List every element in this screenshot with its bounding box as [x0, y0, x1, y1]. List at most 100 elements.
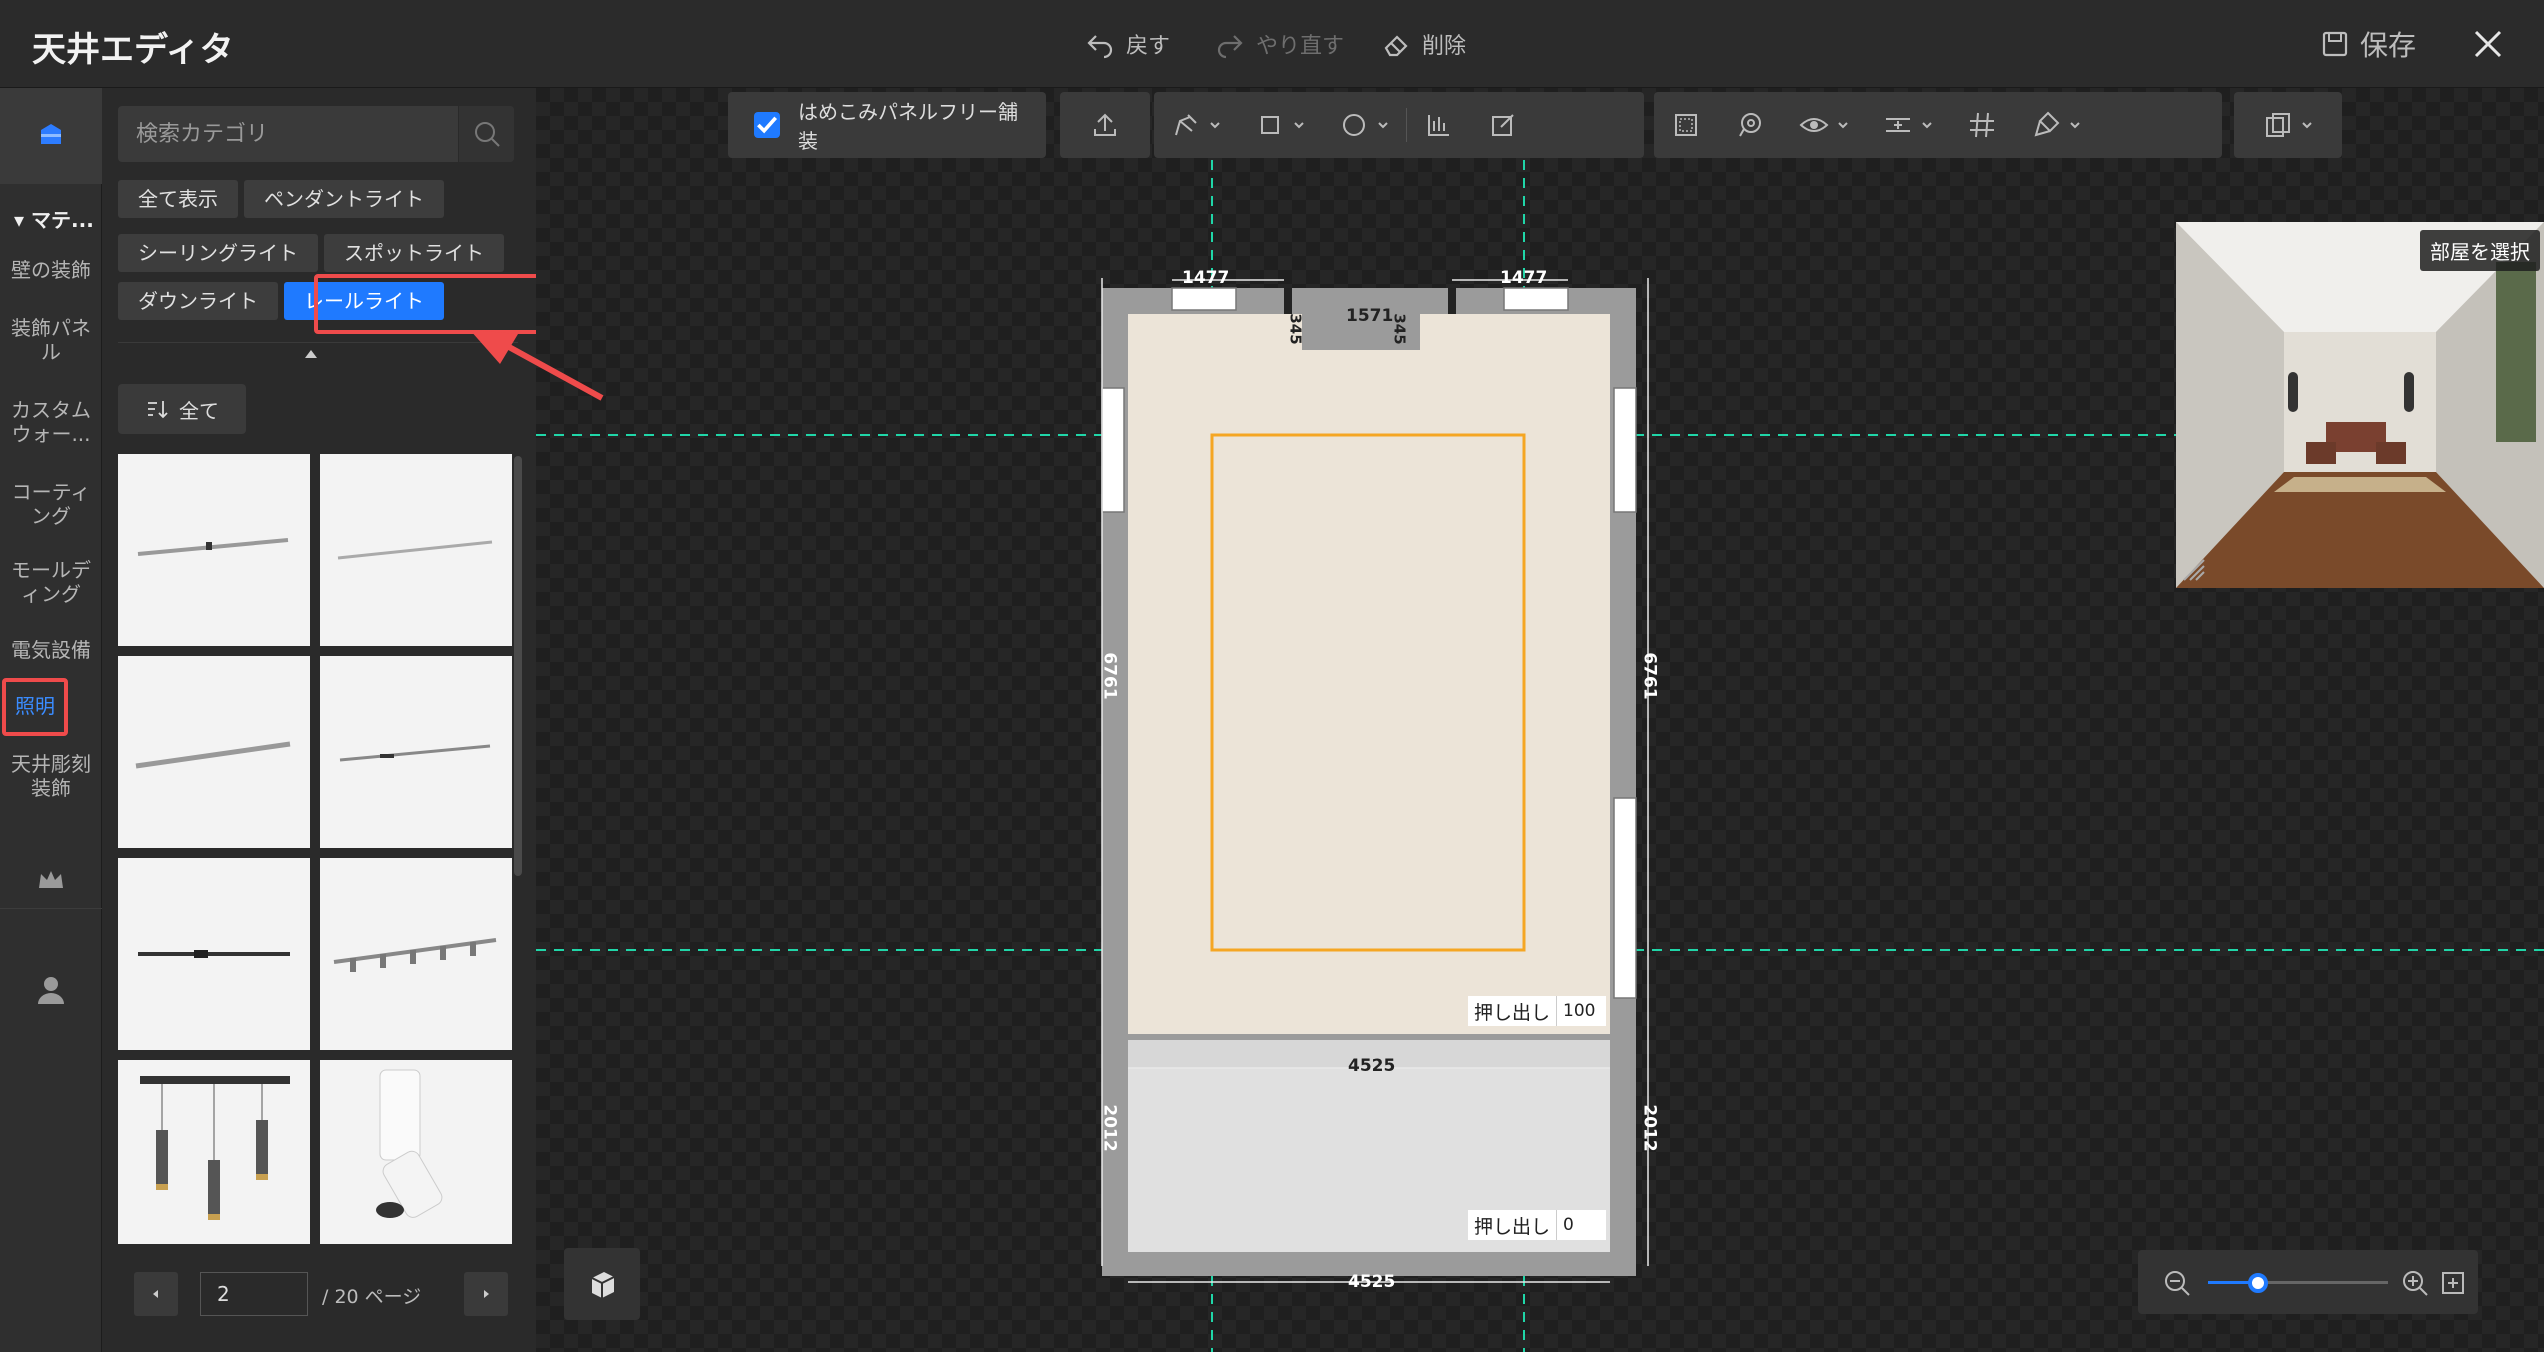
title-bar: 天井エディタ 戻す やり直す 削除 保存	[0, 0, 2544, 88]
dim-bottom: 4525	[1348, 1272, 1396, 1292]
dim-top-left: 1477	[1182, 268, 1230, 288]
page-number-input[interactable]	[200, 1272, 308, 1316]
copy-icon	[2266, 113, 2290, 137]
rail-item-decor-panel[interactable]: 装飾パネル	[0, 316, 102, 364]
resize-handle-icon[interactable]	[2180, 556, 2208, 584]
chevron-down-icon	[1922, 122, 1932, 129]
next-page-button[interactable]	[464, 1272, 508, 1316]
chevron-down-icon	[1838, 122, 1848, 129]
selection-frame-icon	[1675, 114, 1697, 136]
product-tile[interactable]	[320, 858, 512, 1050]
chip-ceiling-light[interactable]: シーリングライト	[118, 234, 318, 272]
save-button[interactable]: 保存	[2320, 24, 2416, 64]
extrude-value-input[interactable]: 100	[1556, 996, 1606, 1026]
seamless-checkbox[interactable]: はめこみパネルフリー舗装	[728, 92, 1046, 158]
rail-item-custom-wall[interactable]: カスタムウォー...	[0, 398, 102, 446]
view-3d-button[interactable]	[564, 1248, 640, 1320]
annotation-arrow-icon	[470, 330, 604, 401]
close-icon[interactable]	[2468, 24, 2508, 64]
eye-icon	[1799, 118, 1829, 132]
home-box-icon	[41, 124, 61, 144]
copy-tools-group	[2234, 92, 2342, 158]
align-icon	[1428, 115, 1449, 136]
grid-tool[interactable]	[1950, 92, 2014, 158]
delete-button[interactable]: 削除	[1380, 28, 1466, 60]
rectangle-icon	[1261, 116, 1279, 134]
rectangle-tool[interactable]	[1238, 92, 1322, 158]
search-box	[118, 106, 514, 162]
materials-tab[interactable]	[0, 88, 102, 184]
grid-icon	[1970, 112, 1994, 138]
chip-pendant-light[interactable]: ペンダントライト	[244, 180, 444, 218]
room-3d-preview[interactable]: 部屋を選択	[2176, 222, 2544, 588]
redo-button[interactable]: やり直す	[1214, 28, 1344, 60]
edit-shape-tool[interactable]	[1471, 92, 1535, 158]
rail-item-wall-decor[interactable]: 壁の装飾	[0, 258, 102, 282]
product-tile[interactable]	[118, 858, 310, 1050]
search-input[interactable]	[118, 106, 458, 162]
zoom-out-icon[interactable]	[2162, 1268, 2192, 1298]
align-tool[interactable]	[1407, 92, 1471, 158]
rail-item-ceiling-carving[interactable]: 天井彫刻装飾	[0, 752, 102, 800]
rail-item-electrical[interactable]: 電気設備	[0, 638, 102, 662]
product-tile[interactable]	[320, 454, 512, 646]
spot-light-thumbnail	[376, 1069, 443, 1218]
fit-view-icon[interactable]	[2438, 1268, 2468, 1298]
search-icon	[474, 122, 500, 147]
dim-top-right: 1477	[1500, 268, 1548, 288]
distribute-tool[interactable]	[1866, 92, 1950, 158]
delete-label: 削除	[1422, 34, 1467, 59]
rail-item-coating[interactable]: コーティング	[0, 480, 102, 528]
grid-scrollbar[interactable]	[514, 456, 522, 876]
dim-top-middle: 1571	[1346, 306, 1394, 326]
chip-down-light[interactable]: ダウンライト	[118, 282, 278, 320]
select-region-tool[interactable]	[1654, 92, 1718, 158]
draw-path-tool[interactable]	[1154, 92, 1238, 158]
paint-tool[interactable]	[2014, 92, 2098, 158]
chip-spot-light[interactable]: スポットライト	[324, 234, 504, 272]
edit-shape-icon	[1492, 114, 1514, 136]
extrude-label: 押し出し	[1474, 1215, 1551, 1238]
extrude-field-lower: 押し出し 0	[1468, 1210, 1607, 1240]
circle-tool[interactable]	[1322, 92, 1406, 158]
sort-label: 全て	[179, 398, 219, 423]
upload-button[interactable]	[1060, 92, 1150, 158]
extrude-field-upper: 押し出し 100	[1468, 996, 1607, 1026]
panel-separator	[118, 342, 518, 343]
extrude-value-input[interactable]: 0	[1556, 1210, 1606, 1240]
undo-label: 戻す	[1126, 34, 1171, 59]
save-label: 保存	[2359, 29, 2416, 62]
product-tile[interactable]	[118, 656, 310, 848]
zoom-in-icon[interactable]	[2400, 1268, 2430, 1298]
rail-light-thumbnail	[339, 744, 491, 762]
upload-icon	[1094, 113, 1116, 136]
rail-light-thumbnail	[137, 538, 289, 556]
product-tile[interactable]	[320, 656, 512, 848]
product-tile[interactable]	[118, 454, 310, 646]
dim-notch-left: 345	[1286, 313, 1305, 345]
undo-button[interactable]: 戻す	[1084, 28, 1170, 60]
product-tile[interactable]	[320, 1060, 512, 1244]
dim-side-upper-right: 6761	[1639, 652, 1660, 700]
seamless-toggle-group: はめこみパネルフリー舗装	[728, 92, 1046, 158]
rail-item-molding[interactable]: モールディング	[0, 558, 102, 606]
seamless-label: はめこみパネルフリー舗装	[798, 100, 1018, 153]
product-tile[interactable]	[118, 1060, 310, 1244]
redo-label: やり直す	[1256, 34, 1345, 59]
lasso-icon	[1739, 113, 1761, 137]
select-room-button[interactable]: 部屋を選択	[2420, 230, 2540, 271]
rail-section-label[interactable]: ▾ マテ...	[14, 204, 94, 233]
zoom-slider-thumb[interactable]	[2248, 1273, 2268, 1293]
prev-page-button[interactable]	[134, 1272, 178, 1316]
search-button[interactable]	[458, 106, 514, 162]
lasso-tool[interactable]	[1718, 92, 1782, 158]
collapse-chips-icon[interactable]	[305, 350, 317, 358]
chip-show-all[interactable]: 全て表示	[118, 180, 238, 218]
crown-icon[interactable]	[33, 862, 69, 898]
copy-tool[interactable]	[2234, 92, 2342, 158]
user-icon[interactable]	[33, 972, 69, 1008]
rail-divider	[0, 908, 102, 909]
pagination: / 20 ページ	[102, 1272, 536, 1352]
visibility-tool[interactable]	[1782, 92, 1866, 158]
sort-button[interactable]: 全て	[118, 384, 246, 434]
